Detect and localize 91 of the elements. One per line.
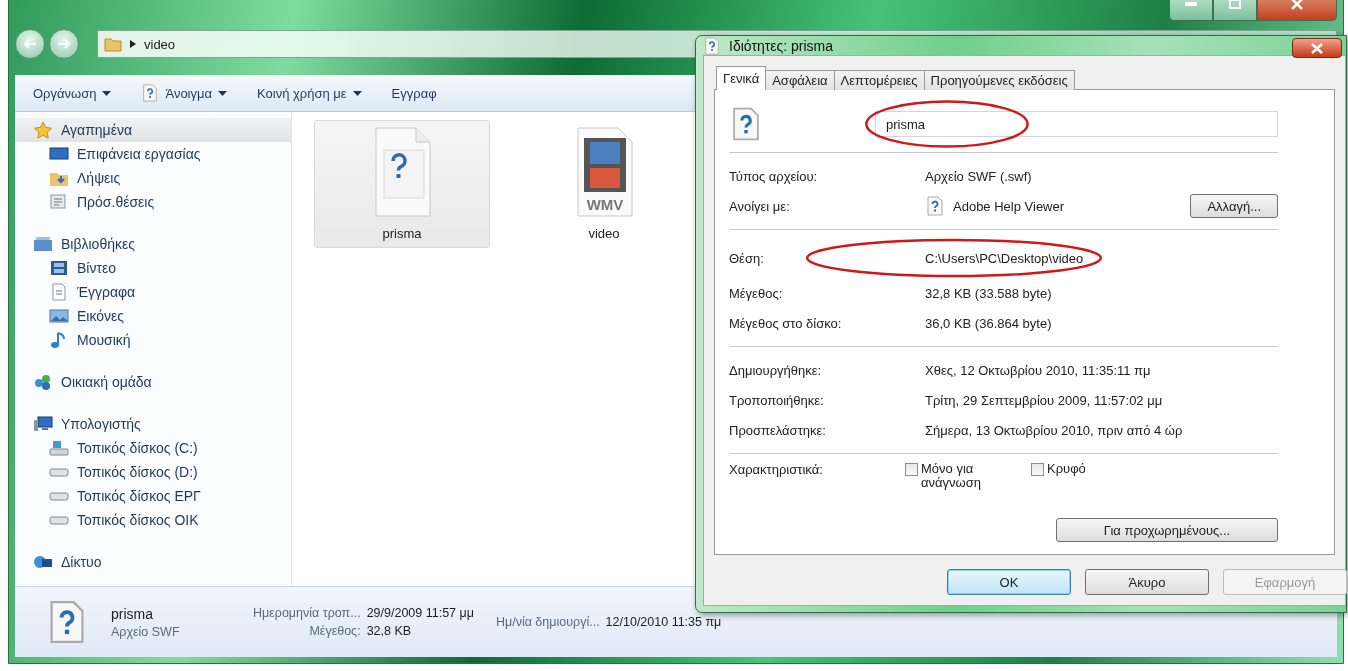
detail-value: 12/10/2010 11:35 πμ: [605, 615, 722, 629]
back-button[interactable]: [15, 29, 45, 59]
drive-icon: [49, 491, 69, 501]
detail-label: Μέγεθος:: [308, 624, 361, 638]
sidebar-item[interactable]: Εικόνες: [15, 304, 291, 328]
detail-value: 29/9/2009 11:57 μμ: [366, 606, 474, 620]
sidebar-item[interactable]: Τοπικός δίσκος ΟΙΚ: [15, 508, 291, 532]
file-type: Αρχείο SWF: [111, 624, 181, 639]
property-label: Προσπελάστηκε:: [729, 422, 827, 438]
back-arrow-icon: [23, 38, 37, 50]
close-icon: [1311, 42, 1323, 54]
property-value: C:\Users\PC\Desktop\video: [925, 250, 1084, 266]
property-label: Μέγεθος:: [729, 285, 784, 301]
property-value: Τρίτη, 29 Σεπτεμβρίου 2009, 11:57:02 μμ: [925, 392, 1163, 408]
folder-icon: [104, 36, 122, 52]
tab[interactable]: Λεπτομέρειες: [833, 70, 925, 90]
detail-label: Ημ/νία δημιουργί...: [495, 615, 600, 629]
picture-icon: [49, 307, 69, 325]
network-icon: [33, 553, 53, 571]
breadcrumb-arrow-icon: [130, 40, 136, 48]
dialog-title: Ιδιότητες: prisma: [729, 37, 833, 54]
tab[interactable]: Γενικά: [716, 66, 767, 90]
property-label: Τροποποιήθηκε:: [729, 392, 825, 408]
close-button[interactable]: [1292, 38, 1342, 58]
property-label: Τύπος αρχείου:: [729, 168, 819, 184]
maximize-icon: [1229, 0, 1241, 9]
checkbox[interactable]: [1031, 463, 1044, 476]
forward-arrow-icon: [57, 38, 71, 50]
detail-label: Ημερομηνία τροπ...: [253, 606, 361, 620]
address-text: video: [144, 36, 176, 52]
sidebar-item[interactable]: Οικιακή ομάδα: [15, 370, 291, 394]
sidebar-item[interactable]: Τοπικός δίσκος ΕΡΓ: [15, 484, 291, 508]
file-item[interactable]: WMV video: [516, 120, 692, 248]
toolbar-button[interactable]: Κοινή χρήση με: [255, 82, 364, 104]
property-value: 32,8 KB (33.588 byte): [925, 285, 1052, 301]
property-label: Ανοίγει με:: [729, 198, 791, 214]
sidebar-item[interactable]: Τοπικός δίσκος (D:): [15, 460, 291, 484]
film-icon: [49, 259, 69, 277]
checkbox-label: Μόνο για ανάγνωση: [921, 462, 982, 490]
file-item[interactable]: prisma: [314, 120, 490, 248]
star-icon: [33, 121, 53, 139]
computer-icon: [33, 415, 53, 433]
property-label: Δημιουργήθηκε:: [729, 362, 823, 378]
sidebar-item[interactable]: Δίκτυο: [15, 550, 291, 574]
monitor-icon: [49, 145, 69, 163]
sidebar-item[interactable]: Πρόσ.θέσεις: [15, 190, 291, 214]
property-value: Adobe Help Viewer: [953, 198, 1065, 214]
property-value: Χθες, 12 Οκτωβρίου 2010, 11:35:11 πμ: [925, 362, 1151, 378]
property-label: Μέγεθος στο δίσκο:: [729, 315, 843, 331]
checkbox[interactable]: [905, 463, 918, 476]
close-icon: [1291, 0, 1303, 10]
sidebar-item[interactable]: Αγαπημένα: [15, 118, 291, 142]
forward-button[interactable]: [49, 29, 79, 59]
property-label: Θέση:: [729, 250, 765, 266]
detail-value: 32,8 KB: [366, 624, 413, 638]
dialog-button[interactable]: OK: [947, 569, 1071, 595]
minimize-icon: [1185, 1, 1197, 6]
drive-icon: [49, 467, 69, 477]
sidebar-item[interactable]: Τοπικός δίσκος (C:): [15, 436, 291, 460]
change-button[interactable]: Αλλαγή...: [1190, 194, 1278, 218]
drive-icon: [49, 439, 69, 457]
file-name-field[interactable]: prisma: [875, 111, 1278, 137]
unknown-file-icon: [925, 196, 945, 216]
sidebar-item[interactable]: Επιφάνεια εργασίας: [15, 142, 291, 166]
toolbar-button[interactable]: Εγγραφ: [389, 82, 439, 104]
document-icon: [49, 283, 69, 301]
sidebar-item[interactable]: Βιβλιοθήκες: [15, 232, 291, 256]
library-icon: [33, 235, 53, 253]
file-name: prisma: [382, 226, 422, 241]
sidebar-item[interactable]: Λήψεις: [15, 166, 291, 190]
advanced-button[interactable]: Για προχωρημένους...: [1056, 518, 1278, 542]
property-value: 36,0 KB (36.864 byte): [925, 315, 1052, 331]
sidebar-item[interactable]: Βίντεο: [15, 256, 291, 280]
sidebar-item[interactable]: Μουσική: [15, 328, 291, 352]
toolbar-button[interactable]: Οργάνωση: [31, 82, 114, 104]
drive-icon: [49, 515, 69, 525]
tab[interactable]: Ασφάλεια: [765, 70, 835, 90]
property-value: Σήμερα, 13 Οκτωβρίου 2010, πριν από 4 ώρ: [925, 422, 1183, 438]
property-value: Αρχείο SWF (.swf): [925, 168, 1032, 184]
sidebar-item[interactable]: Έγγραφα: [15, 280, 291, 304]
places-icon: [49, 193, 69, 211]
tab[interactable]: Προηγούμενες εκδόσεις: [923, 70, 1075, 90]
toolbar-button[interactable]: Άνοιγμα: [139, 81, 229, 105]
attributes-label: Χαρακτηριστικά:: [729, 462, 824, 477]
sidebar-item[interactable]: Υπολογιστής: [15, 412, 291, 436]
unknown-file-icon: [141, 84, 160, 102]
file-name: video: [588, 226, 620, 241]
homegroup-icon: [33, 373, 53, 391]
checkbox-label: Κρυφό: [1047, 462, 1086, 476]
dialog-button[interactable]: Άκυρο: [1085, 569, 1209, 595]
file-name: prisma: [111, 605, 154, 622]
